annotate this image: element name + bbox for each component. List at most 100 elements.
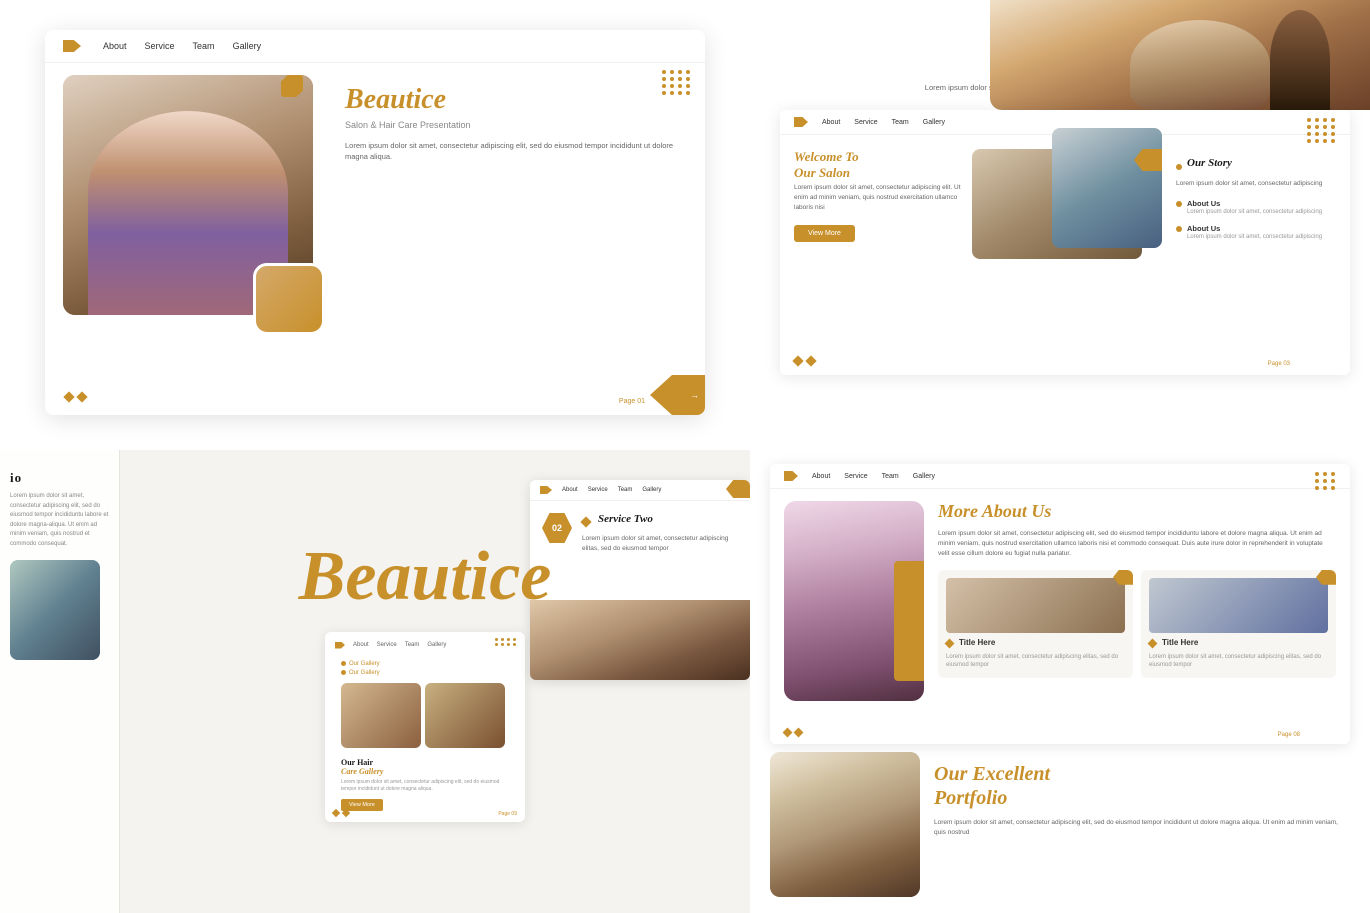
- sss-nav-gallery[interactable]: Gallery: [642, 487, 661, 493]
- bs-about-content-1: About Us Lorem ipsum dolor sit amet, con…: [1187, 199, 1322, 216]
- portfolio-title: Our Excellent Portfolio: [934, 762, 1350, 810]
- bs-salon-image-2: [1052, 128, 1162, 248]
- ourstory-dot-icon: [1176, 164, 1182, 170]
- sss-title-row: Service Two: [582, 513, 738, 530]
- hero-nav-service[interactable]: Service: [145, 41, 175, 51]
- ms-card-2-image: [1149, 578, 1328, 633]
- hero-nav-team[interactable]: Team: [193, 41, 215, 51]
- ssl-diamond-2: [342, 808, 350, 816]
- ms-right-content: More About Us Lorem ipsum dolor sit amet…: [938, 501, 1336, 701]
- bestsalon-inner-slide: About Service Team Gallery Welcome To Ou…: [780, 110, 1350, 375]
- left-strip: io Lorem ipsum dolor sit amet, consectet…: [0, 450, 120, 913]
- ms-diamond-1: [783, 728, 793, 738]
- ms-card-1: Title Here Lorem ipsum dolor sit amet, c…: [938, 570, 1133, 678]
- sss-nav-about[interactable]: About: [562, 487, 578, 493]
- ssl-label-2: Our Gallery: [349, 670, 380, 676]
- sss-nav: About Service Team Gallery: [530, 480, 750, 501]
- bs-body-text: Lorem ipsum dolor sit amet, consectetur …: [794, 183, 974, 212]
- ms-card-1-title-row: Title Here: [946, 638, 1125, 650]
- sss-diamond-icon: [580, 516, 591, 527]
- hero-corner-dots: [662, 70, 691, 95]
- bs-right-panel: Our Story Lorem ipsum dolor sit amet, co…: [1176, 149, 1336, 258]
- ssl-nav: About Service Team Gallery: [335, 642, 515, 649]
- hero-title-prefix: Beaut: [345, 84, 413, 115]
- sss-logo-icon: [540, 486, 552, 494]
- ms-nav-team[interactable]: Team: [882, 473, 899, 480]
- hero-diamonds: [65, 393, 86, 401]
- sss-body: 02 Service Two Lorem ipsum dolor sit ame…: [530, 501, 750, 566]
- bs-about-item-2: About Us Lorem ipsum dolor sit amet, con…: [1176, 224, 1336, 241]
- ms-logo-icon: [784, 471, 798, 481]
- ssl-label-1: Our Gallery: [349, 661, 380, 667]
- sss-nav-service[interactable]: Service: [588, 487, 608, 493]
- big-logo-text: Beautice: [299, 542, 552, 612]
- ms-card-1-diamond-icon: [945, 639, 955, 649]
- portfolio-description: Lorem ipsum dolor sit amet, consectetur …: [934, 818, 1350, 839]
- ms-card-2: Title Here Lorem ipsum dolor sit amet, c…: [1141, 570, 1336, 678]
- ssl-page-label: Page 09: [498, 811, 517, 817]
- bs-left-content: Welcome To Our Salon Lorem ipsum dolor s…: [794, 149, 974, 258]
- hero-title-suffix: ice: [413, 84, 446, 115]
- ssl-diamonds: [333, 810, 349, 816]
- hero-nav: About Service Team Gallery: [45, 30, 705, 63]
- ms-card-2-title-row: Title Here: [1149, 638, 1328, 650]
- logo-cell: io Lorem ipsum dolor sit amet, consectet…: [0, 450, 750, 913]
- ssl-diamond-1: [332, 808, 340, 816]
- ms-nav-service[interactable]: Service: [844, 473, 867, 480]
- sss-nav-team[interactable]: Team: [618, 487, 633, 493]
- hero-nav-gallery[interactable]: Gallery: [233, 41, 262, 51]
- service-sub-slide: About Service Team Gallery 02 Service Tw…: [530, 480, 750, 680]
- ms-nav-about[interactable]: About: [812, 473, 830, 480]
- hero-nav-logo-icon: [63, 40, 81, 52]
- bs-about-title-1: About Us: [1187, 199, 1322, 208]
- ms-card-1-image: [946, 578, 1125, 633]
- ssl-image-2: [425, 683, 505, 748]
- sss-bottom-image: [530, 600, 750, 680]
- hero-images: [63, 75, 333, 355]
- ms-nav-gallery[interactable]: Gallery: [913, 473, 935, 480]
- hero-subtitle: Salon & Hair Care Presentation: [345, 120, 687, 130]
- page-grid: About Service Team Gallery: [0, 0, 1370, 913]
- ls-abbrev: io: [10, 470, 109, 486]
- ms-nav: About Service Team Gallery: [770, 464, 1350, 489]
- bs-diamond-2: [805, 355, 816, 366]
- ssl-gallery-images: [335, 683, 515, 748]
- ssl-labels: Our Gallery Our Gallery: [335, 655, 515, 683]
- bs-ourstory-header: Our Story: [1176, 157, 1336, 175]
- portfolio-text-area: Our Excellent Portfolio Lorem ipsum dolo…: [934, 752, 1350, 899]
- bestsalon-cell: Best Salon & Hair Care In Town Lorem ips…: [750, 0, 1370, 450]
- ssl-logo-icon: [335, 642, 345, 649]
- sss-service-title: Service Two: [598, 513, 653, 525]
- bs-nav-about[interactable]: About: [822, 119, 840, 126]
- bs-story-text: Lorem ipsum dolor sit amet, consectetur …: [1176, 179, 1336, 189]
- hero-arrow-corner: →: [650, 375, 705, 415]
- big-logo-prefix: Beaut: [299, 538, 470, 615]
- ssl-body-text: Our Hair Care Gallery Lorem ipsum dolor …: [335, 754, 515, 815]
- bs-nav-gallery[interactable]: Gallery: [923, 119, 945, 126]
- bs-welcome-title: Welcome To Our Salon: [794, 149, 974, 180]
- hero-title: Beautice: [345, 85, 687, 116]
- ssl-image-1: [341, 683, 421, 748]
- more-about-slide: About Service Team Gallery: [770, 464, 1350, 744]
- hero-page-label: Page 01: [619, 398, 645, 405]
- hero-nav-about[interactable]: About: [103, 41, 127, 51]
- bs-about-text-2: Lorem ipsum dolor sit amet, consectetur …: [1187, 233, 1322, 241]
- bs-page-label: Page 03: [1268, 361, 1290, 367]
- bs-nav-team[interactable]: Team: [892, 119, 909, 126]
- portfolio-image: [770, 752, 920, 897]
- bs-nav-service[interactable]: Service: [854, 119, 877, 126]
- hero-slide: About Service Team Gallery: [45, 30, 705, 415]
- bs-about-item-1: About Us Lorem ipsum dolor sit amet, con…: [1176, 199, 1336, 216]
- ms-body-text: Lorem ipsum dolor sit amet, consectetur …: [938, 529, 1336, 560]
- bs-diamond-1: [792, 355, 803, 366]
- bs-corner-dots: [1307, 118, 1336, 143]
- logo-center: Beautice About Service Team Gallery: [299, 450, 552, 913]
- bs-view-more-button[interactable]: View More: [794, 225, 855, 242]
- diamond-2: [76, 391, 87, 402]
- bs-logo-icon: [794, 117, 808, 127]
- ms-diamond-2: [794, 728, 804, 738]
- sss-service-content: Service Two Lorem ipsum dolor sit amet, …: [582, 513, 738, 554]
- bs-images: [988, 149, 1162, 258]
- top-hair-image: [990, 0, 1370, 110]
- gallery-sub-slide: About Service Team Gallery: [325, 632, 525, 822]
